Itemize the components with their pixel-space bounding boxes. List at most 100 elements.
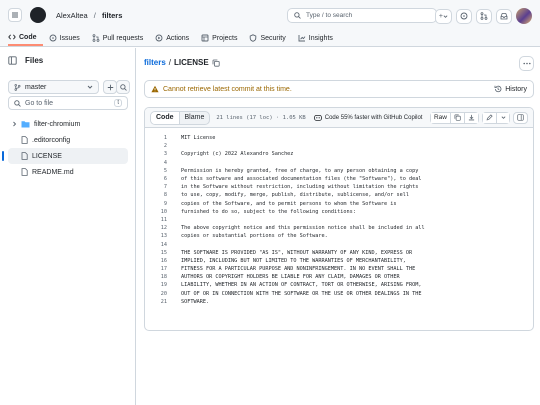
commit-warning: Cannot retrieve latest commit at this ti… — [163, 85, 292, 93]
pull-requests-button[interactable] — [476, 8, 492, 24]
tab-label: Projects — [212, 34, 238, 42]
alert-icon — [151, 85, 159, 93]
edit-button[interactable] — [483, 112, 497, 123]
copilot-promo[interactable]: Code 55% faster with GitHub Copilot — [313, 114, 422, 121]
search-files-button[interactable] — [116, 80, 130, 94]
line-text: in the Software without restriction, inc… — [181, 184, 419, 191]
search-input[interactable]: Type / to search — [287, 8, 437, 23]
github-logo-icon[interactable] — [30, 7, 46, 23]
line-text: AUTHORS OR COPYRIGHT HOLDERS BE LIABLE F… — [181, 274, 400, 281]
line-number[interactable]: 9 — [145, 201, 167, 207]
sidebar-header: Files — [8, 56, 43, 65]
line-number[interactable]: 14 — [145, 242, 167, 248]
play-icon — [155, 34, 163, 42]
tree-item-label: LICENSE — [32, 152, 62, 160]
line-number[interactable]: 16 — [145, 258, 167, 264]
copy-icon[interactable] — [212, 59, 220, 67]
header-actions: + — [434, 8, 532, 24]
download-button[interactable] — [465, 112, 478, 123]
line-text: THE SOFTWARE IS PROVIDED "AS IS", WITHOU… — [181, 249, 413, 256]
line-text: furnished to do so, subject to the follo… — [181, 208, 356, 215]
tab-security[interactable]: Security — [249, 30, 291, 46]
line-number[interactable]: 8 — [145, 192, 167, 198]
repo-link[interactable]: filters — [102, 11, 122, 20]
tab-pull-requests[interactable]: Pull requests — [92, 30, 149, 46]
chevron-down-icon — [87, 85, 93, 89]
line-number[interactable]: 20 — [145, 291, 167, 297]
line-text: copies or substantial portions of the So… — [181, 233, 328, 240]
tree-item-filter-chromium[interactable]: filter-chromium — [8, 116, 128, 132]
blame-view-button[interactable]: Blame — [180, 112, 210, 124]
history-label: History — [505, 85, 527, 93]
avatar[interactable] — [516, 8, 532, 24]
line-text: OUT OF OR IN CONNECTION WITH THE SOFTWAR… — [181, 290, 422, 297]
line-text: Permission is hereby granted, free of ch… — [181, 167, 419, 174]
line-number[interactable]: 6 — [145, 176, 167, 182]
kebab-horizontal-icon — [522, 62, 531, 65]
branch-selector[interactable]: master — [8, 80, 99, 94]
tree-item-editorconfig[interactable]: .editorconfig — [8, 132, 128, 148]
issues-button[interactable] — [456, 8, 472, 24]
line-number[interactable]: 13 — [145, 233, 167, 239]
raw-button[interactable]: Raw — [430, 112, 451, 123]
line-number[interactable]: 3 — [145, 151, 167, 157]
tab-actions[interactable]: Actions — [155, 30, 195, 46]
tab-label: Pull requests — [102, 34, 144, 42]
tab-issues[interactable]: Issues — [49, 30, 86, 46]
menu-button[interactable] — [8, 8, 22, 22]
file-path: filters / LICENSE — [144, 58, 220, 67]
line-number[interactable]: 12 — [145, 225, 167, 231]
line-text: LIABILITY, WHETHER IN AN ACTION OF CONTR… — [181, 282, 422, 289]
repo-root-link[interactable]: filters — [144, 58, 166, 67]
sidebar-title: Files — [25, 56, 44, 65]
line-number[interactable]: 7 — [145, 184, 167, 190]
tree-item-label: README.md — [32, 168, 74, 176]
chevron-down-icon — [501, 116, 505, 119]
shield-icon — [250, 34, 257, 42]
plus-icon — [107, 84, 113, 90]
sidebar-collapse-icon[interactable] — [8, 56, 17, 65]
tree-item-readme[interactable]: README.md — [8, 164, 128, 180]
edit-dropdown-button[interactable] — [497, 112, 509, 123]
tab-label: Code — [19, 33, 37, 41]
tab-code[interactable]: Code — [8, 30, 43, 46]
line-number[interactable]: 19 — [145, 282, 167, 288]
code-view-button[interactable]: Code — [151, 111, 180, 124]
global-header: AlexAltea / filters Type / to search + — [0, 0, 540, 30]
code-line: 21 SOFTWARE. — [145, 298, 533, 306]
line-number[interactable]: 17 — [145, 266, 167, 272]
pull-request-icon — [480, 12, 488, 20]
tab-label: Actions — [166, 34, 190, 42]
copy-raw-button[interactable] — [451, 112, 465, 123]
add-file-button[interactable] — [103, 80, 117, 94]
more-options-button[interactable] — [519, 56, 534, 71]
owner-link[interactable]: AlexAltea — [56, 11, 88, 20]
code-line: 1 MIT License — [145, 134, 533, 142]
line-number[interactable]: 10 — [145, 209, 167, 215]
create-new-button[interactable]: + — [434, 8, 452, 24]
pencil-icon — [486, 114, 493, 121]
tree-item-license[interactable]: LICENSE — [2, 148, 128, 164]
line-number[interactable]: 18 — [145, 274, 167, 280]
line-number[interactable]: 15 — [145, 250, 167, 256]
code-line: 12 The above copyright notice and this pe… — [145, 224, 533, 232]
go-to-file-input[interactable]: Go to file t — [8, 96, 128, 110]
symbols-panel-button[interactable] — [513, 111, 528, 124]
line-number[interactable]: 2 — [145, 143, 167, 149]
tree-item-label: .editorconfig — [32, 136, 71, 144]
line-number[interactable]: 11 — [145, 217, 167, 223]
inbox-button[interactable] — [496, 8, 512, 24]
line-number[interactable]: 21 — [145, 299, 167, 305]
tab-projects[interactable]: Projects — [201, 30, 243, 46]
line-text: The above copyright notice and this perm… — [181, 225, 425, 232]
code-line: 10 furnished to do so, subject to the fol… — [145, 208, 533, 216]
history-button[interactable]: History — [494, 85, 527, 93]
code-line: 13 copies or substantial portions of the … — [145, 232, 533, 240]
line-text: IMPLIED, INCLUDING BUT NOT LIMITED TO TH… — [181, 257, 406, 264]
file-toolbar: Code Blame 21 lines (17 loc) · 1.05 KB C… — [145, 108, 533, 128]
line-number[interactable]: 4 — [145, 160, 167, 166]
inbox-icon — [500, 13, 508, 20]
line-number[interactable]: 5 — [145, 168, 167, 174]
tab-insights[interactable]: Insights — [298, 30, 339, 46]
line-number[interactable]: 1 — [145, 135, 167, 141]
